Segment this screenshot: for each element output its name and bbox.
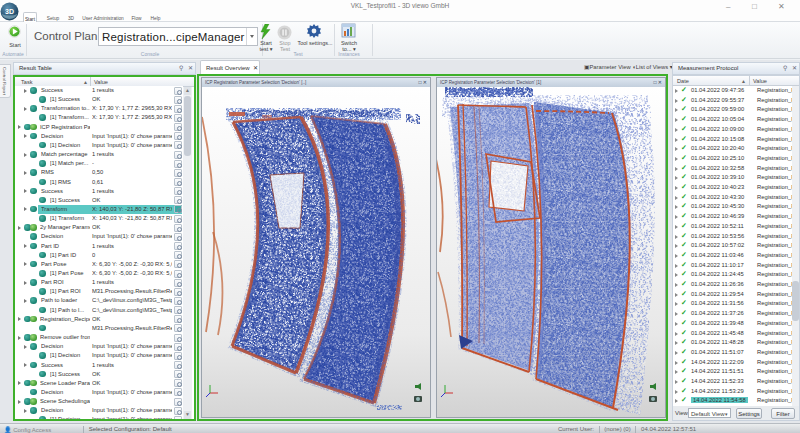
svg-text:3D: 3D: [5, 8, 14, 15]
